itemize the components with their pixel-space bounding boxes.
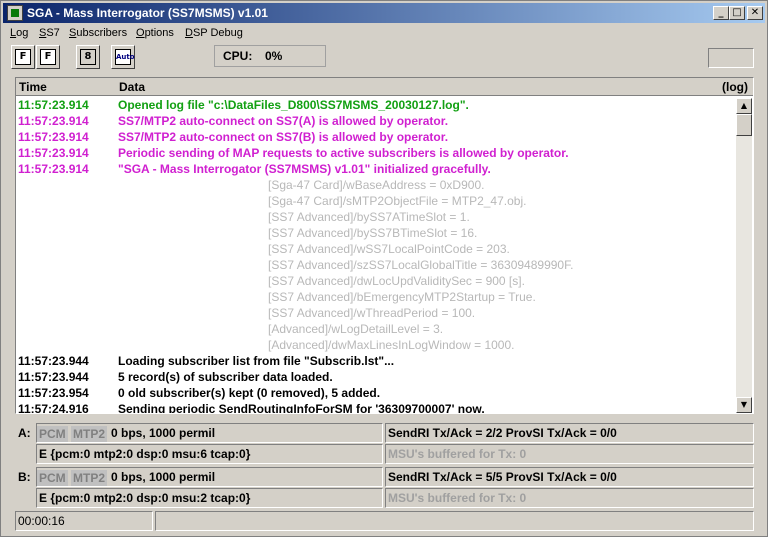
menu-subscribers[interactable]: Subscribers — [69, 27, 127, 39]
channel-b-buffered-text: MSU's buffered for Tx: 0 — [388, 491, 527, 505]
auto-icon: Auto — [115, 49, 135, 65]
close-button[interactable]: ✕ — [747, 6, 763, 20]
channel-b-counters: E {pcm:0 mtp2:0 dsp:0 msu:2 tcap:0} — [36, 488, 383, 508]
status-message — [155, 511, 754, 531]
log-row-time: 11:57:23.914 — [18, 114, 89, 128]
cpu-indicator: CPU: 0% — [214, 45, 326, 67]
channel-b-label: B: — [18, 470, 31, 484]
tool-button-f1[interactable]: F — [11, 45, 35, 69]
channel-b-buffered: MSU's buffered for Tx: 0 — [385, 488, 754, 508]
channel-b-rate: 0 bps, 1000 permil — [111, 470, 216, 484]
log-row-text: [SS7 Advanced]/dwLocUpdValiditySec = 900… — [268, 274, 525, 288]
log-list[interactable]: 11:57:23.914 Opened log file "c:\DataFile… — [18, 98, 734, 413]
log-row-time: 11:57:24.916 — [18, 402, 89, 413]
log-row-text: Periodic sending of MAP requests to acti… — [118, 146, 569, 160]
channel-b-mtp2-badge: MTP2 — [71, 470, 108, 486]
column-log[interactable]: (log) — [722, 80, 748, 94]
log-row-text: Loading subscriber list from file "Subsc… — [118, 354, 395, 368]
status-elapsed: 00:00:16 — [15, 511, 153, 531]
log-header: Time Data (log) — [16, 78, 753, 96]
log-panel[interactable]: Time Data (log) 11:57:23.914 Opened log f… — [15, 77, 754, 414]
log-row-text: [Advanced]/dwMaxLinesInLogWindow = 1000. — [268, 338, 515, 352]
log-row-text: [SS7 Advanced]/szSS7LocalGlobalTitle = 3… — [268, 258, 574, 272]
channel-b-stats: SendRI Tx/Ack = 5/5 ProvSI Tx/Ack = 0/0 — [385, 467, 754, 487]
channel-a-buffered-text: MSU's buffered for Tx: 0 — [388, 447, 527, 461]
channel-a-pcm-badge: PCM — [37, 426, 68, 442]
tool-button-auto[interactable]: Auto — [111, 45, 135, 69]
status-elapsed-text: 00:00:16 — [18, 514, 65, 528]
menu-log[interactable]: Log — [10, 27, 28, 39]
minimize-button[interactable]: _ — [713, 6, 729, 20]
log-row-text: SS7/MTP2 auto-connect on SS7(B) is allow… — [118, 130, 449, 144]
channel-a-buffered: MSU's buffered for Tx: 0 — [385, 444, 754, 464]
log-row-text: Sending periodic SendRoutingInfoForSM fo… — [118, 402, 485, 413]
log-row-text: [SS7 Advanced]/wSS7LocalPointCode = 203. — [268, 242, 510, 256]
channel-b-counters-text: E {pcm:0 mtp2:0 dsp:0 msu:2 tcap:0} — [39, 491, 251, 505]
title-bar[interactable]: SGA - Mass Interrogator (SS7MSMS) v1.01 … — [3, 3, 765, 23]
filter-f-icon: F — [15, 49, 31, 65]
log-row-text: 5 record(s) of subscriber data loaded. — [118, 370, 333, 384]
tool-button-device[interactable]: 8 — [76, 45, 100, 69]
log-row-text: 0 old subscriber(s) kept (0 removed), 5 … — [118, 386, 381, 400]
scroll-thumb[interactable] — [736, 114, 752, 136]
main-window: SGA - Mass Interrogator (SS7MSMS) v1.01 … — [0, 0, 768, 537]
channel-b-pcm-badge: PCM — [37, 470, 68, 486]
column-time[interactable]: Time — [19, 80, 47, 94]
log-row-text: SS7/MTP2 auto-connect on SS7(A) is allow… — [118, 114, 449, 128]
channel-a-counters: E {pcm:0 mtp2:0 dsp:0 msu:6 tcap:0} — [36, 444, 383, 464]
app-icon[interactable] — [7, 5, 23, 21]
channel-a-status: PCM MTP2 0 bps, 1000 permil — [36, 423, 383, 443]
window-title: SGA - Mass Interrogator (SS7MSMS) v1.01 — [27, 6, 268, 20]
menu-ss7[interactable]: SS7 — [39, 27, 60, 39]
log-row-text: [SS7 Advanced]/bySS7BTimeSlot = 16. — [268, 226, 478, 240]
channel-b-status: PCM MTP2 0 bps, 1000 permil — [36, 467, 383, 487]
log-row-time: 11:57:23.914 — [18, 162, 89, 176]
cpu-value: 0% — [265, 49, 283, 63]
log-row-time: 11:57:23.944 — [18, 370, 89, 384]
log-row-text: "SGA - Mass Interrogator (SS7MSMS) v1.01… — [118, 162, 491, 176]
maximize-button[interactable]: □ — [729, 6, 745, 20]
filter-f2-icon: F — [40, 49, 56, 65]
log-row-time: 11:57:23.914 — [18, 130, 89, 144]
menu-options[interactable]: Options — [136, 27, 174, 39]
toolbar-status-box — [708, 48, 754, 68]
log-row-text: [Sga-47 Card]/sMTP2ObjectFile = MTP2_47.… — [268, 194, 527, 208]
channel-a-stats-text: SendRI Tx/Ack = 2/2 ProvSI Tx/Ack = 0/0 — [388, 426, 617, 440]
scroll-down-icon[interactable]: ▼ — [736, 397, 752, 413]
toolbar: F F 8 Auto — [3, 43, 765, 73]
channel-a-stats: SendRI Tx/Ack = 2/2 ProvSI Tx/Ack = 0/0 — [385, 423, 754, 443]
scroll-up-icon[interactable]: ▲ — [736, 98, 752, 114]
cpu-label: CPU: — [223, 49, 253, 63]
menu-bar: Log SS7 Subscribers Options DSP Debug — [3, 24, 765, 42]
log-row-text: [Sga-47 Card]/wBaseAddress = 0xD900. — [268, 178, 485, 192]
log-row-text: Opened log file "c:\DataFiles_D800\SS7MS… — [118, 98, 469, 112]
device-icon: 8 — [80, 49, 96, 65]
tool-button-f2[interactable]: F — [36, 45, 60, 69]
channel-b-stats-text: SendRI Tx/Ack = 5/5 ProvSI Tx/Ack = 0/0 — [388, 470, 617, 484]
channel-a-label: A: — [18, 426, 31, 440]
log-row-text: [SS7 Advanced]/bySS7ATimeSlot = 1. — [268, 210, 470, 224]
log-row-time: 11:57:23.914 — [18, 146, 89, 160]
log-row-time: 11:57:23.954 — [18, 386, 89, 400]
column-data[interactable]: Data — [119, 80, 145, 94]
log-scrollbar[interactable]: ▲ ▼ — [736, 98, 752, 413]
channel-a-counters-text: E {pcm:0 mtp2:0 dsp:0 msu:6 tcap:0} — [39, 447, 251, 461]
log-row-time: 11:57:23.914 — [18, 98, 89, 112]
log-row-text: [SS7 Advanced]/bEmergencyMTP2Startup = T… — [268, 290, 536, 304]
menu-dsp-debug[interactable]: DSP Debug — [185, 27, 243, 39]
channel-a-rate: 0 bps, 1000 permil — [111, 426, 216, 440]
channel-a-mtp2-badge: MTP2 — [71, 426, 108, 442]
log-row-time: 11:57:23.944 — [18, 354, 89, 368]
log-row-text: [SS7 Advanced]/wThreadPeriod = 100. — [268, 306, 476, 320]
log-row-text: [Advanced]/wLogDetailLevel = 3. — [268, 322, 444, 336]
